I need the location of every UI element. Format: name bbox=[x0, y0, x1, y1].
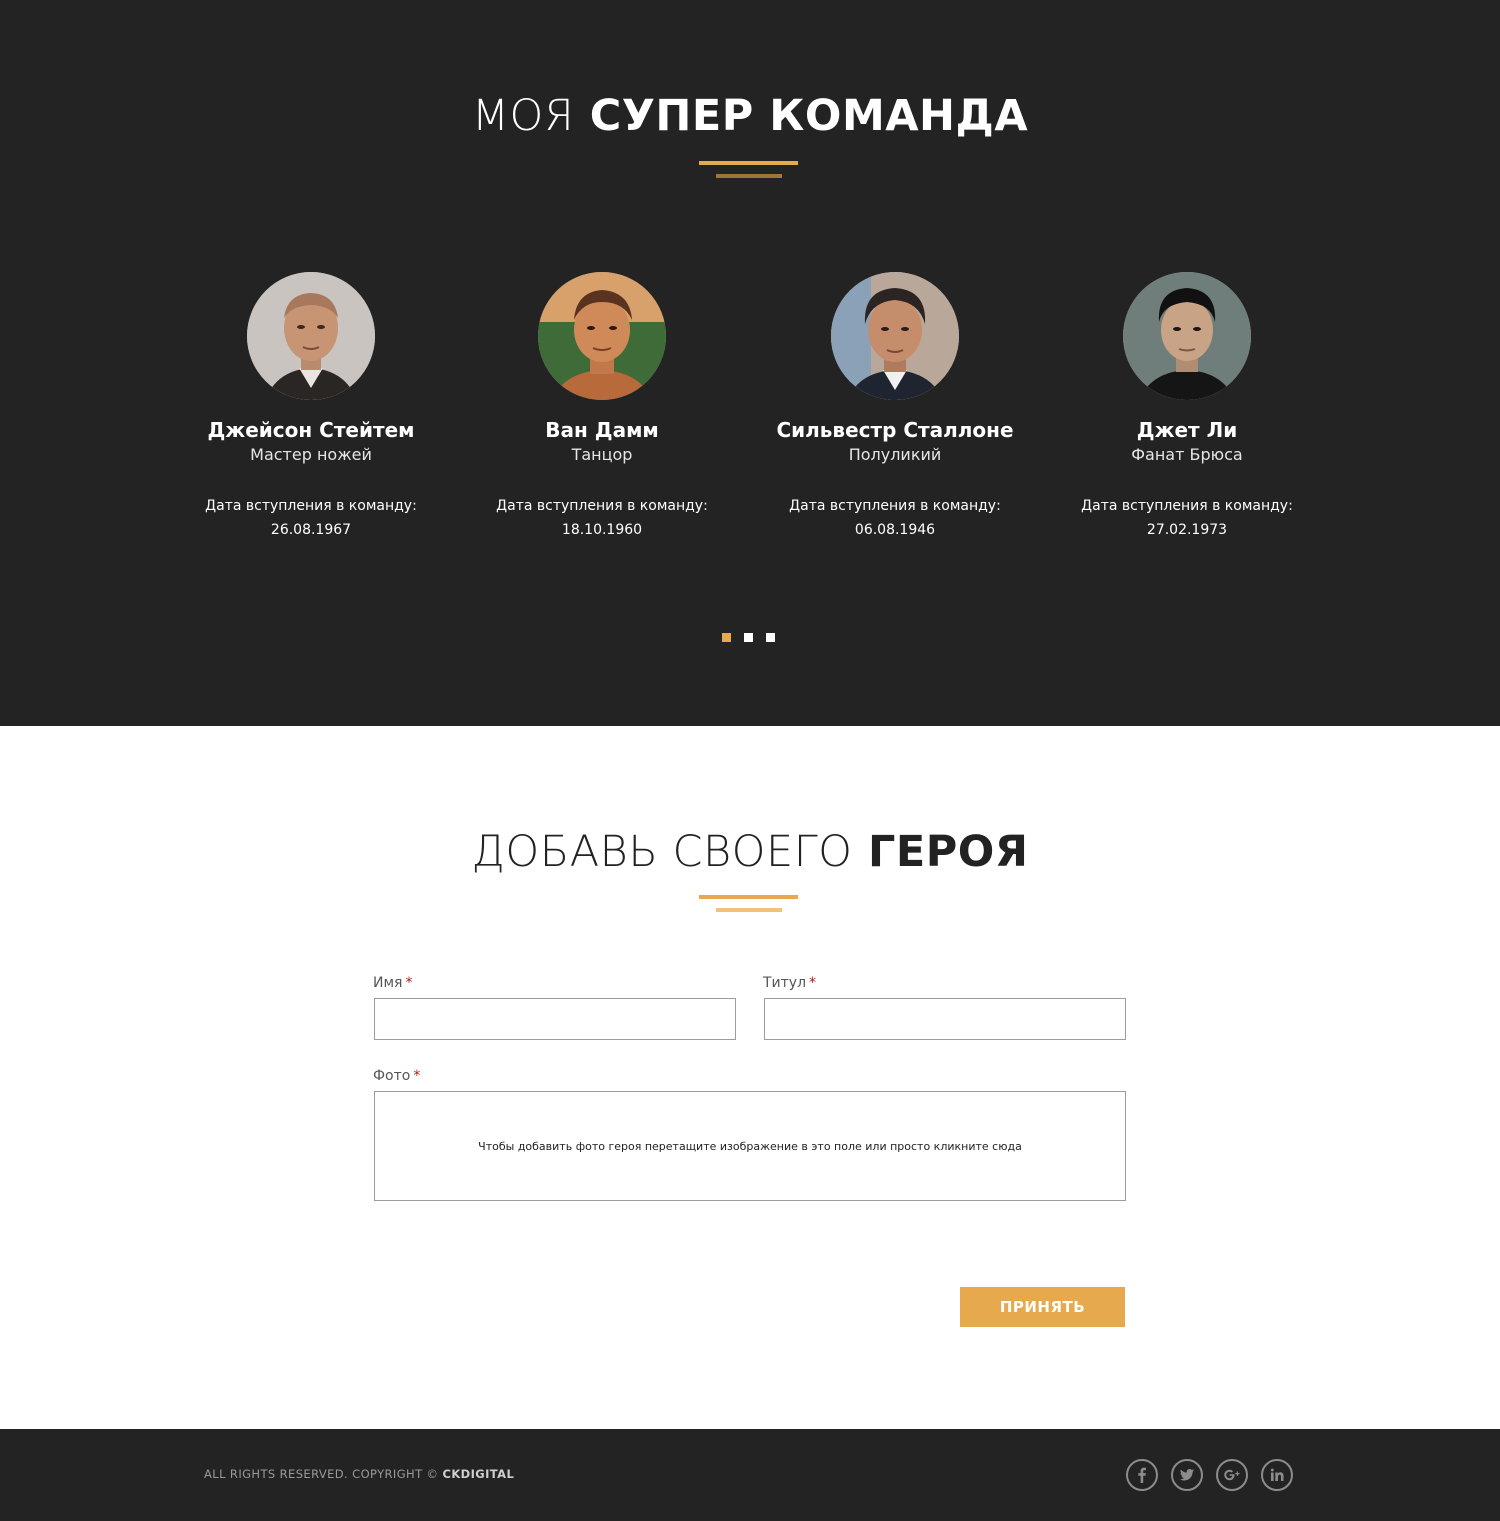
member-title: Мастер ножей bbox=[250, 445, 372, 464]
brand-name: CKDIGITAL bbox=[442, 1467, 515, 1481]
carousel-pagination bbox=[722, 633, 775, 642]
copyright-label: ALL RIGHTS RESERVED. COPYRIGHT © bbox=[204, 1467, 439, 1481]
member-join-date: 06.08.1946 bbox=[854, 522, 936, 538]
member-photo-avatar bbox=[538, 272, 666, 400]
team-member-card: Джет Ли Фанат Брюса Дата вступления в ко… bbox=[1037, 272, 1337, 542]
add-hero-heading-bold: ГЕРОЯ bbox=[867, 827, 1029, 877]
member-join-date: 18.10.1960 bbox=[561, 522, 643, 538]
photo-label-text: Фото bbox=[373, 1068, 411, 1084]
member-title: Полуликий bbox=[848, 445, 942, 464]
team-member-card: Джейсон Стейтем Мастер ножей Дата вступл… bbox=[161, 272, 461, 542]
title-input[interactable] bbox=[764, 998, 1126, 1040]
member-name: Ван Дамм bbox=[545, 418, 659, 442]
name-label-text: Имя bbox=[373, 975, 403, 991]
member-join-label: Дата вступления в команду: bbox=[496, 498, 708, 514]
google-plus-icon[interactable] bbox=[1216, 1459, 1248, 1491]
team-heading: МОЯ СУПЕР КОМАНДА bbox=[0, 90, 1500, 142]
member-title: Фанат Брюса bbox=[1131, 445, 1243, 464]
add-hero-heading-underline bbox=[699, 895, 798, 915]
team-heading-underline bbox=[699, 161, 798, 181]
carousel-dot-2[interactable] bbox=[744, 633, 753, 642]
photo-dropzone[interactable]: Чтобы добавить фото героя перетащите изо… bbox=[374, 1091, 1126, 1201]
member-photo-avatar bbox=[831, 272, 959, 400]
member-join-label: Дата вступления в команду: bbox=[1081, 498, 1293, 514]
submit-button[interactable]: ПРИНЯТЬ bbox=[960, 1287, 1125, 1327]
team-heading-bold: СУПЕР КОМАНДА bbox=[589, 91, 1029, 141]
twitter-icon[interactable] bbox=[1171, 1459, 1203, 1491]
carousel-dot-1[interactable] bbox=[722, 633, 731, 642]
footer: ALL RIGHTS RESERVED. COPYRIGHT © CKDIGIT… bbox=[0, 1429, 1500, 1521]
member-photo-avatar bbox=[247, 272, 375, 400]
team-member-card: Ван Дамм Танцор Дата вступления в команд… bbox=[452, 272, 752, 542]
member-name: Джет Ли bbox=[1136, 418, 1238, 442]
required-mark: * bbox=[405, 975, 413, 991]
member-join-label: Дата вступления в команду: bbox=[205, 498, 417, 514]
name-field-label: Имя * bbox=[373, 974, 412, 992]
copyright-text: ALL RIGHTS RESERVED. COPYRIGHT © CKDIGIT… bbox=[204, 1467, 514, 1481]
linkedin-icon[interactable] bbox=[1261, 1459, 1293, 1491]
member-join-date: 27.02.1973 bbox=[1146, 522, 1228, 538]
team-section: МОЯ СУПЕР КОМАНДА Джейсон Стейтем Мастер… bbox=[0, 0, 1500, 726]
carousel-dot-3[interactable] bbox=[766, 633, 775, 642]
member-join-date: 26.08.1967 bbox=[270, 522, 352, 538]
member-name: Джейсон Стейтем bbox=[207, 418, 415, 442]
social-links bbox=[1126, 1459, 1293, 1491]
team-member-card: Сильвестр Сталлоне Полуликий Дата вступл… bbox=[745, 272, 1045, 542]
required-mark: * bbox=[809, 975, 817, 991]
add-hero-section: ДОБАВЬ СВОЕГО ГЕРОЯ Имя * Титул * Фото * Чт… bbox=[0, 726, 1500, 1429]
required-mark: * bbox=[413, 1068, 421, 1084]
member-name: Сильвестр Сталлоне bbox=[776, 418, 1014, 442]
member-join-label: Дата вступления в команду: bbox=[789, 498, 1001, 514]
add-hero-heading: ДОБАВЬ СВОЕГО ГЕРОЯ bbox=[0, 826, 1500, 878]
team-heading-light: МОЯ bbox=[471, 91, 575, 141]
dropzone-hint: Чтобы добавить фото героя перетащите изо… bbox=[478, 1139, 1022, 1153]
title-field-label: Титул * bbox=[763, 974, 816, 992]
add-hero-heading-light: ДОБАВЬ СВОЕГО bbox=[471, 827, 853, 877]
name-input[interactable] bbox=[374, 998, 736, 1040]
title-label-text: Титул bbox=[763, 975, 807, 991]
facebook-icon[interactable] bbox=[1126, 1459, 1158, 1491]
member-title: Танцор bbox=[571, 445, 633, 464]
photo-field-label: Фото * bbox=[373, 1067, 420, 1085]
member-photo-avatar bbox=[1123, 272, 1251, 400]
